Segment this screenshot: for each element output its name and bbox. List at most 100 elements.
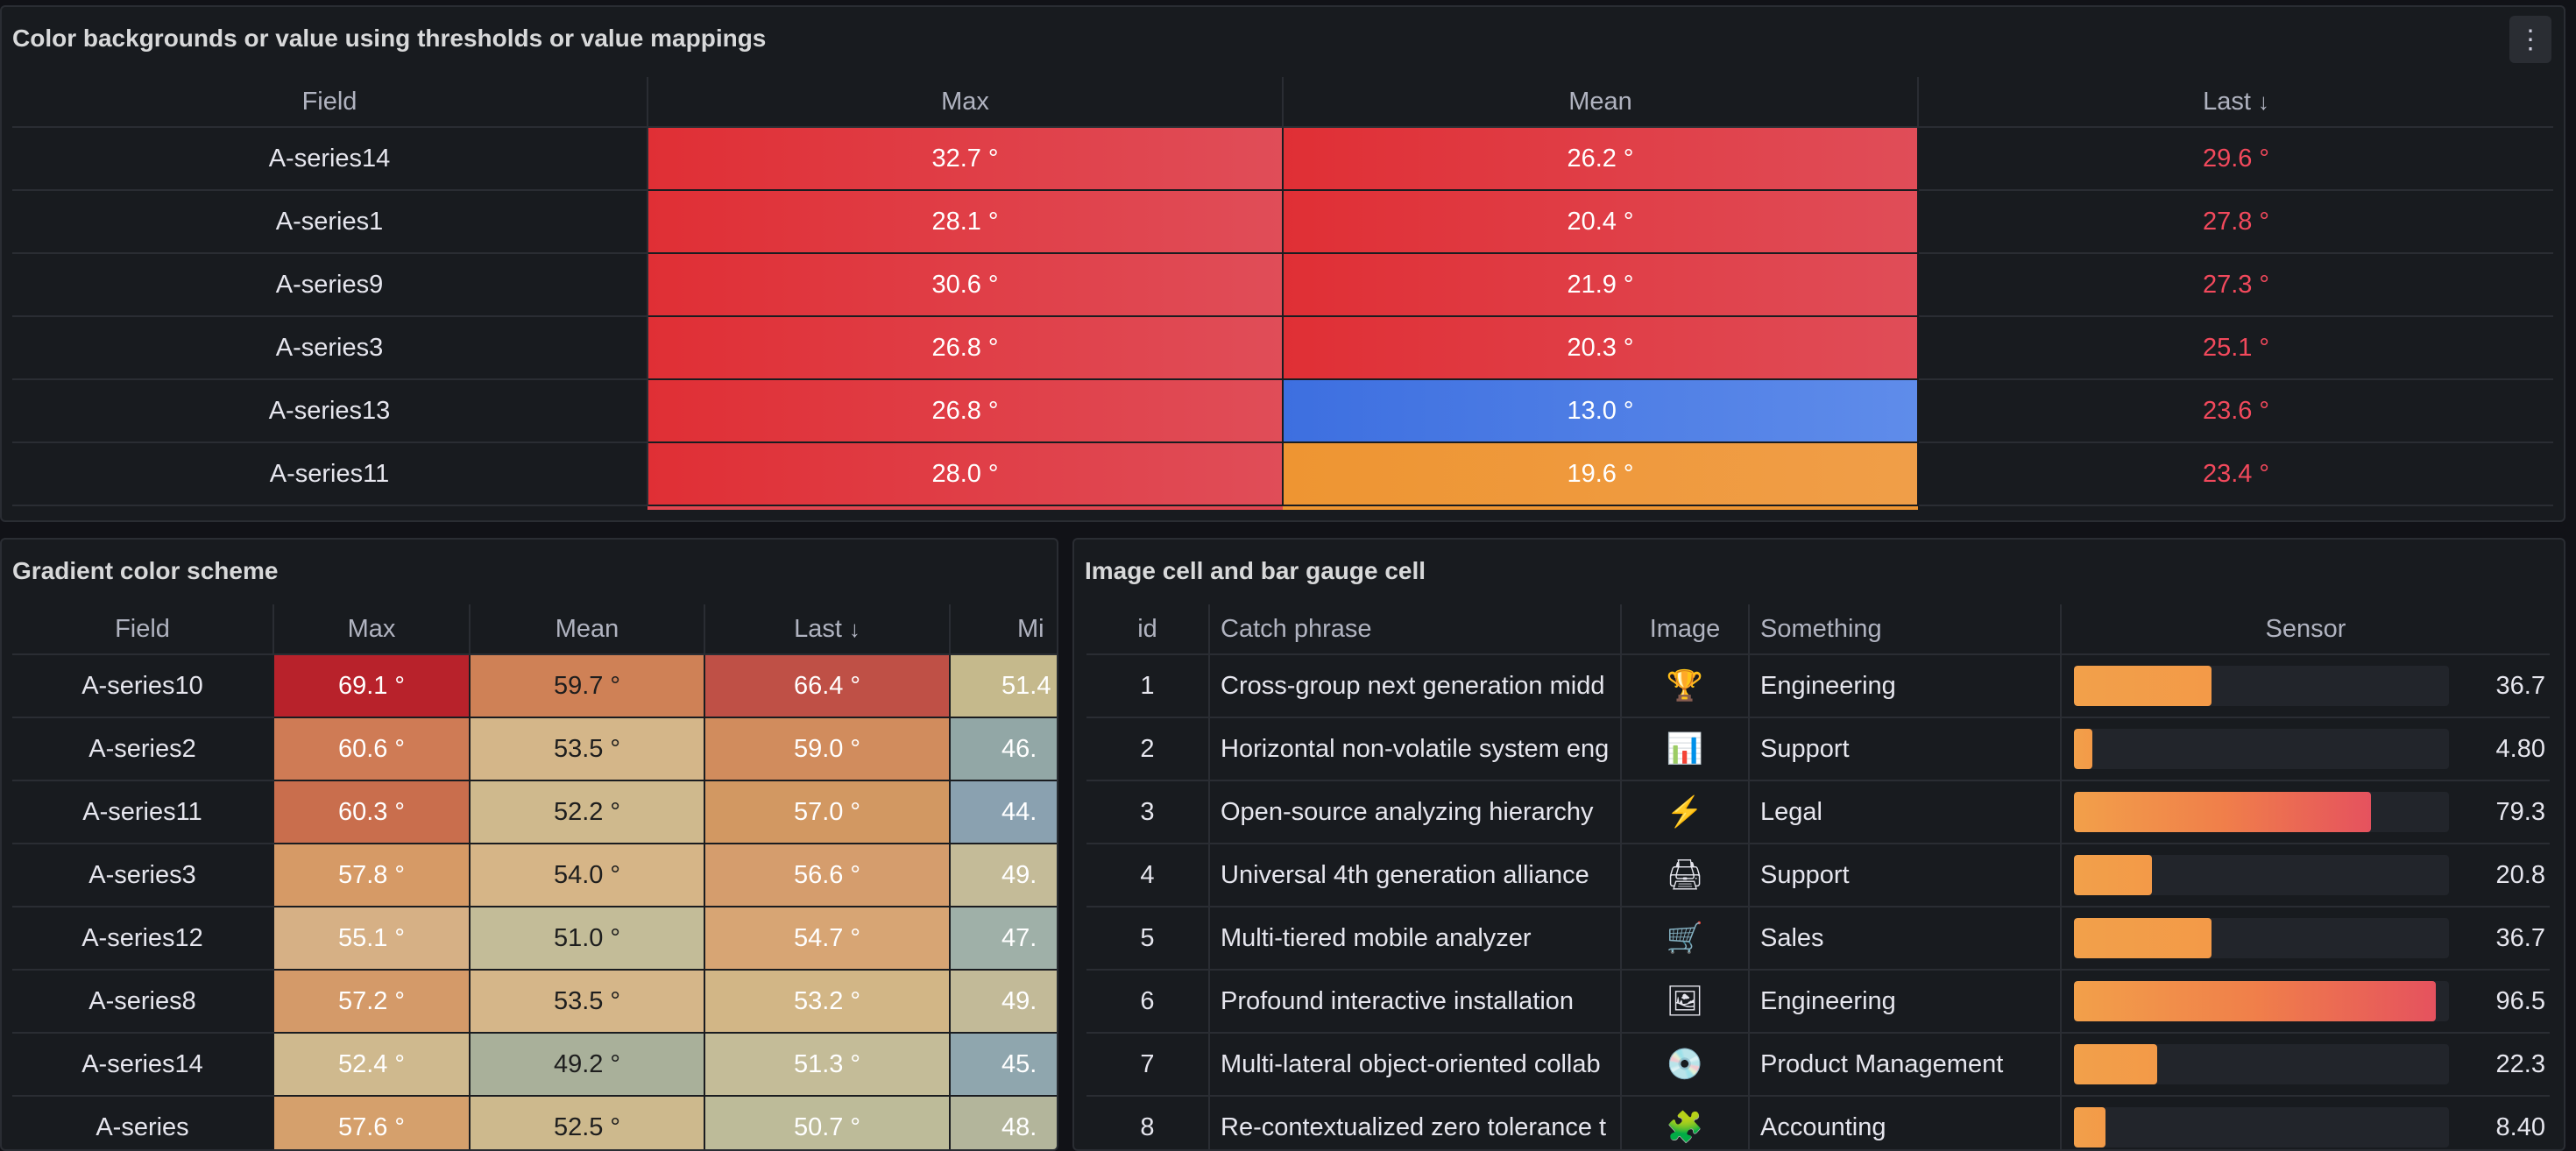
bars-icon: 📊 (1666, 732, 1704, 766)
table-row: A-series9 30.6 ° 21.9 ° 27.3 ° (12, 252, 2553, 317)
something-cell: Support (1749, 844, 2062, 907)
table-row: 4 Universal 4th generation alliance 🖨 Suppo… (1086, 844, 2550, 907)
image-cell: 📊 (1621, 717, 1750, 781)
max-cell: 57.6 ° (272, 1095, 471, 1149)
bar-gauge-value: 96.5 (2495, 986, 2545, 1015)
id-cell: 3 (1086, 780, 1210, 844)
max-cell: 52.4 ° (272, 1032, 471, 1097)
bar-gauge: 8.40 (2062, 1097, 2550, 1149)
field-cell: A-series14 (12, 127, 648, 191)
field-cell: A-series13 (12, 379, 648, 443)
bar-gauge-fill (2074, 666, 2212, 706)
table-row: 6 Profound interactive installation 🖼 Engin… (1086, 970, 2550, 1034)
field-cell: A-series3 (12, 844, 273, 907)
bar-gauge-value: 4.80 (2495, 734, 2545, 763)
bar-gauge-track (2074, 792, 2449, 832)
last-cell: 23.6 ° (1918, 379, 2553, 443)
field-cell: A-series11 (12, 442, 648, 506)
max-cell: 28.1 ° (647, 189, 1284, 254)
column-header-max[interactable]: Max (273, 604, 471, 655)
sensor-cell: 4.80 (2061, 717, 2550, 781)
last-cell: 51.3 ° (704, 1032, 951, 1097)
column-header-last[interactable]: Last ↓ (1918, 77, 2553, 128)
kebab-menu-icon[interactable]: ⋮ (2509, 16, 2551, 63)
image-gauge-panel: Image cell and bar gauge cell id Catch p… (1072, 538, 2565, 1151)
last-cell: 29.6 ° (1918, 127, 2553, 191)
something-cell: Legal (1749, 780, 2062, 844)
last-cell: 27.8 ° (1918, 190, 2553, 254)
catch-phrase-cell: Horizontal non-volatile system eng (1209, 717, 1622, 781)
column-header-mean[interactable]: Mean (470, 604, 705, 655)
arrow-down-icon: ↓ (848, 615, 860, 642)
field-cell: A-series11 (12, 780, 273, 844)
bar-gauge-value: 79.3 (2495, 797, 2545, 826)
column-header-last-label: Last (2203, 87, 2251, 116)
something-cell: Sales (1749, 907, 2062, 971)
min-cell: 49. (949, 843, 1057, 907)
id-cell: 6 (1086, 970, 1210, 1034)
column-header-min[interactable]: Mi (950, 604, 1057, 655)
last-cell: 56.6 ° (704, 843, 951, 907)
id-cell: 4 (1086, 844, 1210, 907)
column-header-sensor[interactable]: Sensor (2061, 604, 2550, 655)
puzzle-icon: 🧩 (1666, 1111, 1704, 1144)
column-header-mean[interactable]: Mean (1283, 77, 1919, 128)
min-cell: 44. (949, 780, 1057, 844)
column-header-catch-phrase[interactable]: Catch phrase (1209, 604, 1622, 655)
sensor-cell: 79.3 (2061, 780, 2550, 844)
mean-cell: 26.2 ° (1282, 126, 1919, 191)
bar-gauge-track (2074, 1044, 2449, 1084)
bar-gauge-track (2074, 981, 2449, 1021)
column-header-field[interactable]: Field (12, 604, 274, 655)
id-cell: 7 (1086, 1033, 1210, 1097)
table-row: 5 Multi-tiered mobile analyzer 🛒 Sales 36.7 (1086, 907, 2550, 971)
mean-cell: 51.0 ° (469, 906, 705, 971)
field-cell: A-series (12, 1096, 273, 1149)
table-row: A-series3 57.8 ° 54.0 ° 56.6 ° 49. (12, 843, 1057, 907)
column-header-id[interactable]: id (1086, 604, 1210, 655)
mean-cell: 53.5 ° (469, 717, 705, 781)
picture-icon: 🖼 (1666, 985, 1704, 1018)
column-header-last[interactable]: Last ↓ (704, 604, 951, 655)
table-row: A-series 57.6 ° 52.5 ° 50.7 ° 48. (12, 1095, 1057, 1149)
column-header-last-label: Last (794, 614, 842, 643)
last-cell: 54.7 ° (704, 906, 951, 971)
min-cell: 46. (949, 717, 1057, 781)
something-cell: Engineering (1749, 970, 2062, 1034)
image-cell: 🛒 (1621, 907, 1750, 971)
max-cell: 55.1 ° (272, 906, 471, 971)
printer-icon: 🖨 (1666, 858, 1704, 892)
table-row-partial (12, 505, 2553, 510)
column-header-max[interactable]: Max (648, 77, 1284, 128)
max-cell: 69.1 ° (272, 653, 471, 718)
bar-gauge-track (2074, 1107, 2449, 1147)
field-cell: A-series12 (12, 907, 273, 971)
mean-cell: 54.0 ° (469, 843, 705, 907)
table-row: A-series14 32.7 ° 26.2 ° 29.6 ° (12, 126, 2553, 191)
table-row: A-series11 28.0 ° 19.6 ° 23.4 ° (12, 441, 2553, 506)
max-cell: 57.2 ° (272, 969, 471, 1034)
catch-phrase-cell: Universal 4th generation alliance (1209, 844, 1622, 907)
min-cell: 51.4 (949, 653, 1057, 718)
sensor-cell: 8.40 (2061, 1096, 2550, 1149)
column-header-field[interactable]: Field (12, 77, 648, 128)
mean-cell: 20.3 ° (1282, 315, 1919, 380)
catch-phrase-cell: Profound interactive installation (1209, 970, 1622, 1034)
field-cell: A-series8 (12, 970, 273, 1034)
image-cell: 💿 (1621, 1033, 1750, 1097)
bar-gauge: 20.8 (2062, 844, 2550, 905)
last-cell (1918, 505, 2553, 510)
something-cell: Product Management (1749, 1033, 2062, 1097)
catch-phrase-cell: Open-source analyzing hierarchy (1209, 780, 1622, 844)
arrow-down-icon: ↓ (2257, 88, 2269, 115)
last-cell: 23.4 ° (1918, 442, 2553, 506)
table-row: A-series11 60.3 ° 52.2 ° 57.0 ° 44. (12, 780, 1057, 844)
sensor-cell: 36.7 (2061, 654, 2550, 718)
mean-cell: 19.6 ° (1282, 441, 1919, 506)
sensor-cell: 36.7 (2061, 907, 2550, 971)
catch-phrase-cell: Re-contextualized zero tolerance t (1209, 1096, 1622, 1149)
mean-cell: 49.2 ° (469, 1032, 705, 1097)
column-header-image[interactable]: Image (1621, 604, 1750, 655)
table-row: 3 Open-source analyzing hierarchy ⚡ Legal 79… (1086, 780, 2550, 844)
column-header-something[interactable]: Something (1749, 604, 2062, 655)
